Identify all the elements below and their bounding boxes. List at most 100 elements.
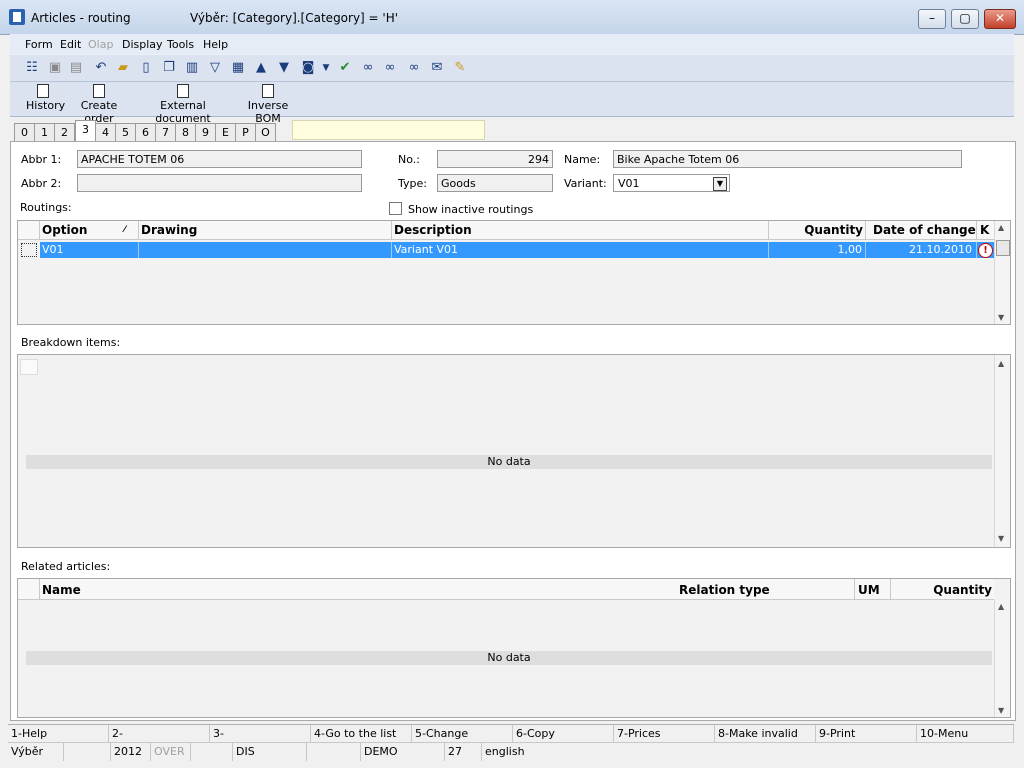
variant-select[interactable]: V01 ▼ — [613, 174, 730, 192]
fkey-print[interactable]: 9-Print — [816, 725, 917, 742]
column-separator — [854, 579, 855, 599]
scroll-down-icon[interactable]: ▼ — [998, 313, 1004, 322]
minimize-icon: – — [929, 11, 935, 25]
table-row[interactable]: V01 Variant V01 1,00 21.10.2010 ! — [40, 242, 994, 258]
arrow-up-icon[interactable]: ▲ — [253, 60, 269, 76]
abbr2-field[interactable] — [77, 174, 362, 192]
col-um[interactable]: UM — [858, 583, 880, 597]
history-button[interactable]: History — [26, 84, 65, 112]
tree-icon[interactable]: ☷ — [24, 60, 40, 76]
fkey-make-invalid[interactable]: 8-Make invalid — [715, 725, 816, 742]
minimize-button[interactable]: – — [918, 9, 946, 29]
tab-9[interactable]: 9 — [195, 123, 216, 142]
external-document-button[interactable]: External document — [138, 84, 228, 125]
chevron-down-icon[interactable]: ▼ — [713, 177, 727, 191]
edit-folder-icon[interactable]: ✎ — [452, 60, 468, 76]
status-dis: DIS — [233, 743, 307, 761]
external-document-label: External document — [155, 99, 211, 125]
menu-tools[interactable]: Tools — [167, 38, 194, 51]
col-name[interactable]: Name — [42, 583, 81, 597]
menu-edit[interactable]: Edit — [60, 38, 81, 51]
breakdown-scrollbar[interactable]: ▲ ▼ — [994, 355, 1010, 547]
show-inactive-checkbox[interactable] — [389, 202, 402, 215]
scroll-down-icon[interactable]: ▼ — [998, 706, 1004, 715]
tab-e[interactable]: E — [215, 123, 236, 142]
fkey-help[interactable]: 1-Help — [8, 725, 109, 742]
scroll-up-icon[interactable]: ▲ — [998, 223, 1004, 232]
tab-6[interactable]: 6 — [135, 123, 156, 142]
scroll-down-icon[interactable]: ▼ — [998, 534, 1004, 543]
tab-4[interactable]: 4 — [95, 123, 116, 142]
tab-8[interactable]: 8 — [175, 123, 196, 142]
filter-icon[interactable]: ▽ — [207, 60, 223, 76]
fkey-copy[interactable]: 6-Copy — [513, 725, 614, 742]
document-filter-icon[interactable]: ▦ — [230, 60, 246, 76]
menu-help[interactable]: Help — [203, 38, 228, 51]
camera-icon[interactable]: ◙ — [300, 60, 316, 76]
tab-3[interactable]: 3 — [75, 120, 96, 143]
menu-form[interactable]: Form — [25, 38, 53, 51]
grid-corner[interactable] — [20, 359, 38, 375]
arrow-down-icon[interactable]: ▼ — [276, 60, 292, 76]
inverse-bom-button[interactable]: Inverse BOM — [236, 84, 300, 125]
binoculars-prev-icon[interactable]: ∞ — [406, 60, 422, 76]
maximize-button[interactable]: ▢ — [951, 9, 979, 29]
related-scrollbar[interactable]: ▲ ▼ — [994, 600, 1010, 717]
open-folder-icon[interactable]: ▰ — [115, 60, 131, 76]
tab-2[interactable]: 2 — [54, 123, 75, 142]
type-field[interactable]: Goods — [437, 174, 553, 192]
history-label: History — [26, 99, 66, 112]
cell-quantity: 1,00 — [837, 243, 863, 256]
binoculars-icon[interactable]: ∞ — [360, 60, 376, 76]
tab-p[interactable]: P — [235, 123, 256, 142]
mail-icon[interactable]: ✉ — [429, 60, 445, 76]
no-field[interactable]: 294 — [437, 150, 553, 168]
menu-olap[interactable]: Olap — [88, 38, 113, 51]
fkey-2[interactable]: 2- — [109, 725, 210, 742]
col-quantity[interactable]: Quantity — [892, 583, 992, 597]
abbr1-field[interactable]: APACHE TOTEM 06 — [77, 150, 362, 168]
fkey-menu[interactable]: 10-Menu — [917, 725, 1014, 742]
dropdown-icon[interactable]: ▼ — [318, 60, 334, 76]
create-order-button[interactable]: Create order — [69, 84, 129, 125]
routings-scrollbar[interactable]: ▲ ▼ — [994, 221, 1010, 324]
tab-1[interactable]: 1 — [34, 123, 55, 142]
type-label: Type: — [398, 177, 427, 190]
tab-0[interactable]: 0 — [14, 123, 35, 142]
abbr1-label: Abbr 1: — [21, 153, 62, 166]
check-icon[interactable]: ✔ — [337, 60, 353, 76]
col-drawing[interactable]: Drawing — [141, 223, 197, 237]
related-grid: Name Relation type UM Quantity No data ▲… — [17, 578, 1011, 718]
col-k[interactable]: K — [980, 223, 989, 237]
scroll-up-icon[interactable]: ▲ — [998, 359, 1004, 368]
column-separator — [39, 221, 40, 239]
name-field[interactable]: Bike Apache Totem 06 — [613, 150, 962, 168]
binoculars-next-icon[interactable]: ∞ — [382, 60, 398, 76]
close-button[interactable]: ✕ — [984, 9, 1016, 29]
col-description[interactable]: Description — [394, 223, 472, 237]
breakdown-grid: No data ▲ ▼ — [17, 354, 1011, 548]
status-blank-1 — [64, 743, 111, 761]
fkey-change[interactable]: 5-Change — [412, 725, 513, 742]
col-relation-type[interactable]: Relation type — [679, 583, 770, 597]
save-icon[interactable]: ▣ — [47, 60, 63, 76]
book-icon[interactable]: ▥ — [184, 60, 200, 76]
scroll-up-icon[interactable]: ▲ — [998, 602, 1004, 611]
new-document-icon[interactable]: ▯ — [138, 60, 154, 76]
col-date[interactable]: Date of change — [873, 223, 976, 237]
fkey-prices[interactable]: 7-Prices — [614, 725, 715, 742]
fkey-refresh[interactable]: 3-Refresh/Restore — [210, 725, 311, 757]
col-option[interactable]: Option — [42, 223, 87, 237]
tab-5[interactable]: 5 — [115, 123, 136, 142]
save-as-icon[interactable]: ▤ — [68, 60, 84, 76]
copy-icon[interactable]: ❐ — [161, 60, 177, 76]
tab-7[interactable]: 7 — [155, 123, 176, 142]
fkey-go-to-list[interactable]: 4-Go to the list — [311, 725, 412, 742]
related-header: Name Relation type UM Quantity — [18, 579, 994, 600]
col-quantity[interactable]: Quantity — [770, 223, 863, 237]
menu-display[interactable]: Display — [122, 38, 163, 51]
row-selector[interactable] — [21, 243, 37, 257]
undo-icon[interactable]: ↶ — [93, 60, 109, 76]
tab-o[interactable]: O — [255, 123, 276, 142]
scroll-thumb[interactable] — [996, 240, 1010, 256]
